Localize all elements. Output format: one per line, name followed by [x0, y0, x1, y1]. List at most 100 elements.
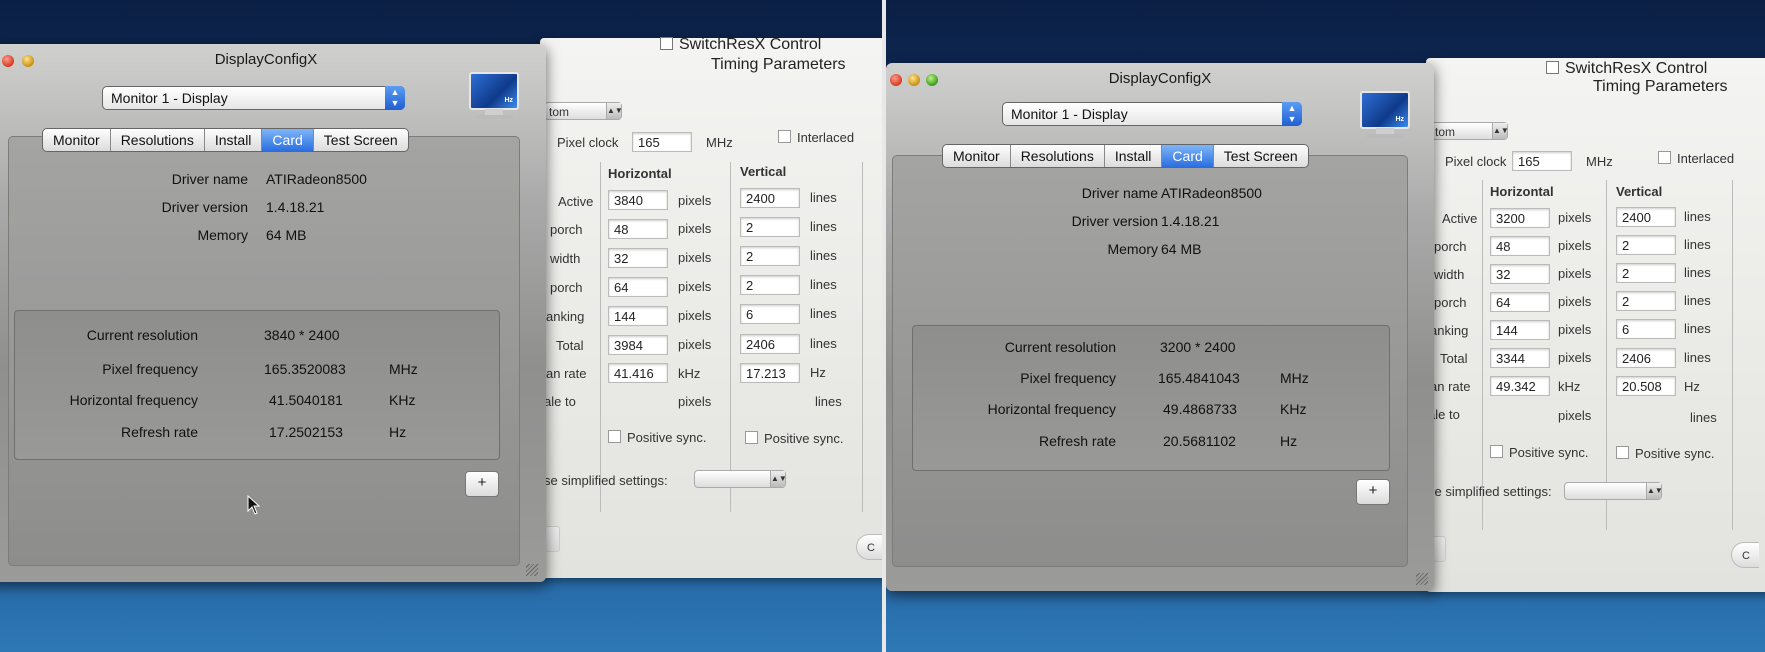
h-unit: pixels	[1558, 238, 1592, 253]
v-blanking-input[interactable]: 6	[740, 304, 800, 324]
pixel-clock-input[interactable]: 165	[632, 132, 692, 152]
tab-bar: Monitor Resolutions Install Card Test Sc…	[942, 144, 1309, 168]
tab-install[interactable]: Install	[205, 129, 263, 151]
refresh-rate-label: Refresh rate	[1038, 433, 1116, 449]
refresh-rate-value: 17.2502153	[269, 424, 343, 440]
v-active-input[interactable]: 2400	[740, 188, 800, 208]
v-total-input[interactable]: 2406	[740, 334, 800, 354]
row-label-blanking: anking	[1430, 323, 1469, 338]
driver-name-label: Driver name	[1081, 185, 1158, 201]
window-title: DisplayConfigX	[1108, 70, 1212, 87]
custom-resolution-select[interactable]: tom ▲▼	[1430, 122, 1509, 140]
add-button[interactable]: +	[1356, 479, 1390, 505]
pixel-clock-unit: MHz	[1586, 154, 1613, 169]
v-unit: lines	[810, 190, 837, 205]
memory-label: Memory	[1107, 241, 1158, 257]
horizontal-header: Horizontal	[1490, 184, 1554, 199]
resize-grip[interactable]	[526, 564, 538, 576]
v-unit: lines	[810, 248, 837, 263]
h-front-porch-input[interactable]: 48	[1490, 236, 1550, 256]
v-scan-rate-value: 17.213	[740, 363, 800, 383]
h-positive-sync-checkbox[interactable]: Positive sync.	[608, 430, 706, 445]
v-front-porch-input[interactable]: 2	[1616, 235, 1676, 255]
v-sync-width-input[interactable]: 2	[1616, 263, 1676, 283]
h-front-porch-input[interactable]: 48	[608, 219, 668, 239]
h-unit: pixels	[1558, 322, 1592, 337]
pixel-clock-input[interactable]: 165	[1512, 151, 1572, 171]
resize-grip[interactable]	[1416, 573, 1428, 585]
simplified-settings-select[interactable]: ▲▼	[694, 470, 787, 488]
v-sync-width-input[interactable]: 2	[740, 246, 800, 266]
driver-version-value: 1.4.18.21	[266, 199, 325, 215]
v-back-porch-input[interactable]: 2	[740, 275, 800, 295]
simplified-settings-select[interactable]: ▲▼	[1564, 482, 1663, 500]
tab-resolutions[interactable]: Resolutions	[111, 129, 205, 151]
checkbox-icon	[778, 130, 791, 143]
h-back-porch-input[interactable]: 64	[608, 277, 668, 297]
v-positive-sync-checkbox[interactable]: Positive sync.	[1616, 446, 1714, 461]
pixel-clock-label: Pixel clock	[557, 135, 619, 150]
refresh-rate-label: Refresh rate	[120, 424, 198, 440]
v-unit: lines	[810, 306, 837, 321]
tab-test-screen[interactable]: Test Screen	[1214, 145, 1308, 167]
v-unit: lines	[1684, 265, 1711, 280]
v-blanking-input[interactable]: 6	[1616, 319, 1676, 339]
h-total-input[interactable]: 3984	[608, 335, 668, 355]
row-label-front-porch: porch	[1434, 239, 1467, 254]
window-icon	[1546, 61, 1559, 74]
v-front-porch-input[interactable]: 2	[740, 217, 800, 237]
row-label-scan-rate: an rate	[1430, 379, 1471, 394]
h-active-input[interactable]: 3200	[1490, 208, 1550, 228]
v-active-input[interactable]: 2400	[1616, 207, 1676, 227]
h-unit: pixels	[678, 221, 712, 236]
interlaced-checkbox[interactable]: Interlaced	[778, 130, 854, 145]
row-label-sync-width: width	[1434, 267, 1465, 282]
h-positive-sync-checkbox[interactable]: Positive sync.	[1490, 445, 1588, 460]
driver-name-value: ATIRadeon8500	[266, 171, 367, 187]
checkbox-icon	[1616, 446, 1629, 459]
column-divider	[1732, 180, 1733, 530]
monitor-select[interactable]: Monitor 1 - Display ▲ ▼	[102, 86, 405, 110]
horizontal-frequency-unit: KHz	[389, 392, 416, 408]
v-scan-rate-value: 20.508	[1616, 376, 1676, 396]
v-unit: lines	[810, 336, 837, 351]
v-unit: lines	[1684, 209, 1711, 224]
h-sync-width-input[interactable]: 32	[1490, 264, 1550, 284]
tab-resolutions[interactable]: Resolutions	[1011, 145, 1105, 167]
timing-parameters-heading: Timing Parameters	[711, 56, 846, 73]
cancel-button[interactable]: C	[856, 534, 882, 560]
h-active-input[interactable]: 3840	[608, 190, 668, 210]
current-resolution-label: Current resolution	[1004, 339, 1116, 355]
refresh-rate-value: 20.5681102	[1163, 433, 1236, 449]
column-divider	[862, 162, 863, 512]
h-unit: pixels	[1558, 350, 1592, 365]
tab-test-screen[interactable]: Test Screen	[314, 129, 408, 151]
tab-card[interactable]: Card	[1162, 145, 1214, 167]
driver-version-label: Driver version	[161, 199, 248, 215]
v-positive-sync-checkbox[interactable]: Positive sync.	[745, 431, 843, 446]
cancel-button[interactable]: C	[1731, 542, 1759, 568]
pixel-clock-unit: MHz	[706, 135, 733, 150]
h-total-input[interactable]: 3344	[1490, 348, 1550, 368]
h-unit: pixels	[1558, 210, 1592, 225]
h-unit: pixels	[1558, 266, 1592, 281]
v-total-input[interactable]: 2406	[1616, 348, 1676, 368]
tab-monitor[interactable]: Monitor	[943, 145, 1011, 167]
v-back-porch-input[interactable]: 2	[1616, 291, 1676, 311]
simplified-settings-label: se simplified settings:	[544, 473, 668, 488]
h-back-porch-input[interactable]: 64	[1490, 292, 1550, 312]
chevron-updown-icon: ▲▼	[770, 471, 787, 487]
monitor-select[interactable]: Monitor 1 - Display ▲ ▼	[1002, 102, 1302, 126]
vertical-header: Vertical	[740, 164, 787, 179]
tab-card[interactable]: Card	[262, 129, 314, 151]
custom-resolution-select[interactable]: tom ▲▼	[544, 102, 623, 120]
h-blanking-input[interactable]: 144	[1490, 320, 1550, 340]
interlaced-checkbox[interactable]: Interlaced	[1658, 151, 1734, 166]
h-unit: pixels	[678, 250, 712, 265]
tab-install[interactable]: Install	[1105, 145, 1163, 167]
h-sync-width-input[interactable]: 32	[608, 248, 668, 268]
h-blanking-input[interactable]: 144	[608, 306, 668, 326]
tab-monitor[interactable]: Monitor	[43, 129, 111, 151]
memory-value: 64 MB	[1161, 241, 1202, 257]
add-button[interactable]: +	[465, 471, 499, 497]
